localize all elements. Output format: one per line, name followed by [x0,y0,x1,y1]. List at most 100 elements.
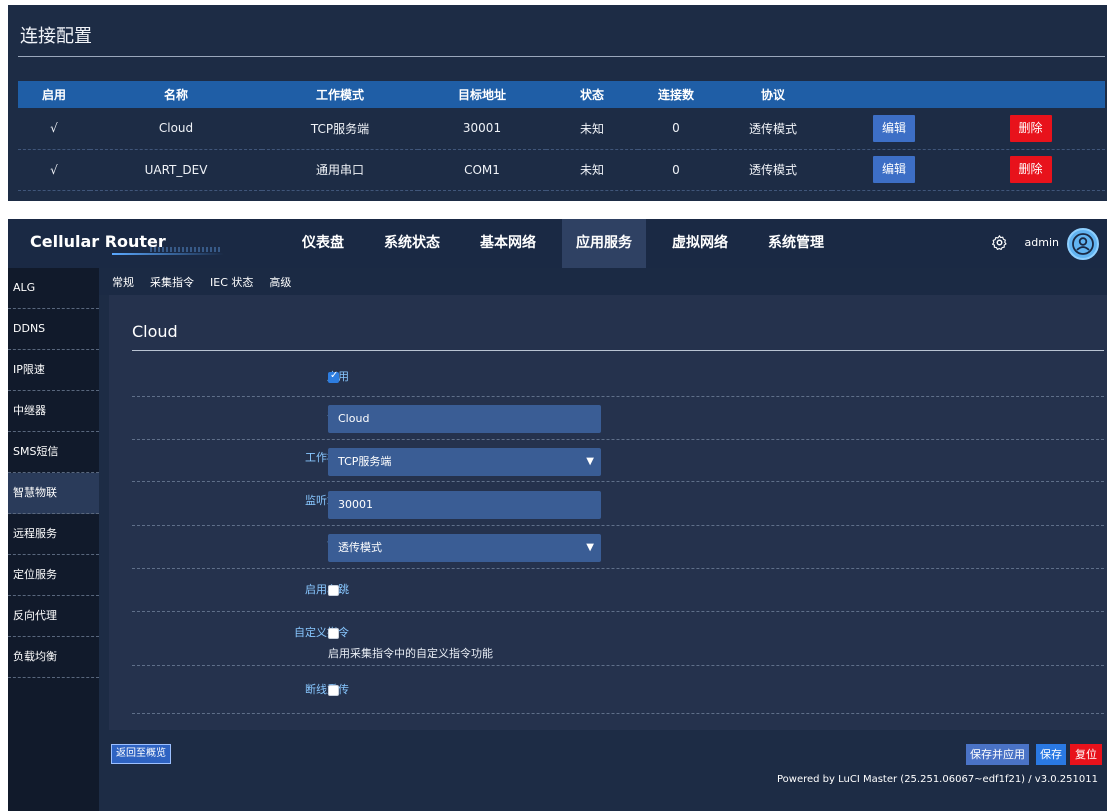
edit-button[interactable]: 编辑 [873,156,915,183]
sidebar-item-location-service[interactable]: 定位服务 [8,555,99,596]
port-row: 监听端口 30001 [132,482,1104,526]
col-name: 名称 [90,81,262,108]
connection-table: 启用 名称 工作模式 目标地址 状态 连接数 协议 √ Cloud TCP服务端… [18,81,1105,191]
cell-mode: TCP服务端 [262,108,418,150]
sidebar-item-relay[interactable]: 中继器 [8,391,99,432]
chevron-down-icon: ▼ [586,456,594,467]
connection-config-panel: 连接配置 启用 名称 工作模式 目标地址 状态 连接数 协议 √ Cloud T… [8,5,1107,201]
mode-value: TCP服务端 [338,455,392,468]
cell-protocol: 透传模式 [714,108,832,150]
col-edit [832,81,956,108]
cell-delete: 删除 [956,108,1105,150]
cell-name: Cloud [90,108,262,150]
tab-general[interactable]: 常规 [112,274,134,290]
resume-label: 断线重传 [305,683,349,696]
brand-logo[interactable]: Cellular Router [30,232,166,251]
chevron-down-icon: ▼ [586,542,594,553]
protocol-select[interactable]: 透传模式 ▼ [328,534,601,562]
protocol-value: 透传模式 [338,541,382,554]
cell-delete: 删除 [956,149,1105,191]
enable-row: 启用 [132,352,1104,397]
cell-status: 未知 [546,149,638,191]
cell-target: COM1 [418,149,546,191]
sidebar-item-remote-service[interactable]: 远程服务 [8,514,99,555]
save-and-apply-button[interactable]: 保存并应用 [966,744,1029,765]
nav-dashboard[interactable]: 仪表盘 [288,219,358,268]
brand-decoration [150,247,220,252]
user-icon [1072,233,1094,255]
custom-command-checkbox[interactable] [328,628,339,639]
col-protocol: 协议 [714,81,832,108]
username-label[interactable]: admin [1025,236,1059,249]
tab-iec-status[interactable]: IEC 状态 [210,274,253,290]
top-header: Cellular Router 仪表盘 系统状态 基本网络 应用服务 虚拟网络 … [8,219,1107,268]
resume-checkbox[interactable] [328,685,339,696]
footer-text: Powered by LuCI Master (25.251.06067~edf… [776,774,1098,785]
col-status: 状态 [546,81,638,108]
mode-select[interactable]: TCP服务端 ▼ [328,448,601,476]
app-window: Cellular Router 仪表盘 系统状态 基本网络 应用服务 虚拟网络 … [8,219,1107,811]
reset-button[interactable]: 复位 [1070,744,1102,765]
cell-count: 0 [638,108,714,150]
mode-row: 工作模式 TCP服务端 ▼ [132,440,1104,482]
col-mode: 工作模式 [262,81,418,108]
custom-command-hint: 启用采集指令中的自定义指令功能 [328,647,493,660]
cell-protocol: 透传模式 [714,149,832,191]
sub-tabs: 常规 采集指令 IEC 状态 高级 [99,268,1107,295]
table-row: √ Cloud TCP服务端 30001 未知 0 透传模式 编辑 删除 [18,108,1105,150]
col-count: 连接数 [638,81,714,108]
delete-button[interactable]: 删除 [1009,156,1052,183]
form-title: Cloud [132,322,178,341]
name-row: 名称 Cloud [132,397,1104,440]
config-form: Cloud 启用 名称 Cloud 工作模式 TCP服务端 ▼ 监听端口 300… [109,295,1107,730]
brand-underline [112,253,224,255]
cell-count: 0 [638,149,714,191]
cell-name: UART_DEV [90,149,262,191]
tab-advanced[interactable]: 高级 [269,274,291,290]
nav-system-status[interactable]: 系统状态 [370,219,454,268]
enable-checkbox[interactable] [328,370,339,383]
nav-app-services[interactable]: 应用服务 [562,219,646,268]
main-nav: 仪表盘 系统状态 基本网络 应用服务 虚拟网络 系统管理 [288,219,850,268]
heartbeat-label: 启用心跳 [305,583,349,596]
sidebar-item-sms[interactable]: SMS短信 [8,432,99,473]
title-divider [18,56,1105,57]
protocol-row: 协议 透传模式 ▼ [132,526,1104,569]
cell-enabled: √ [18,108,90,150]
connection-config-title: 连接配置 [20,26,92,47]
table-header-row: 启用 名称 工作模式 目标地址 状态 连接数 协议 [18,81,1105,108]
col-delete [956,81,1105,108]
tab-collect-commands[interactable]: 采集指令 [150,274,194,290]
resume-row: 断线重传 [132,666,1104,714]
sidebar-item-smart-iot[interactable]: 智慧物联 [8,473,99,514]
name-input[interactable]: Cloud [328,405,601,433]
main-content: Cloud 启用 名称 Cloud 工作模式 TCP服务端 ▼ 监听端口 300… [99,295,1107,811]
sidebar-item-reverse-proxy[interactable]: 反向代理 [8,596,99,637]
sidebar-item-ddns[interactable]: DDNS [8,309,99,350]
table-row: √ UART_DEV 通用串口 COM1 未知 0 透传模式 编辑 删除 [18,149,1105,191]
col-target: 目标地址 [418,81,546,108]
delete-button[interactable]: 删除 [1009,114,1052,142]
sidebar: ALG DDNS IP限速 中继器 SMS短信 智慧物联 远程服务 定位服务 反… [8,268,99,811]
cell-status: 未知 [546,108,638,150]
cell-mode: 通用串口 [262,149,418,191]
avatar[interactable] [1067,228,1099,260]
save-button[interactable]: 保存 [1036,744,1066,765]
sidebar-item-alg[interactable]: ALG [8,268,99,309]
nav-basic-network[interactable]: 基本网络 [466,219,550,268]
cell-target: 30001 [418,108,546,150]
col-enabled: 启用 [18,81,90,108]
nav-virtual-network[interactable]: 虚拟网络 [658,219,742,268]
cell-edit: 编辑 [832,108,956,150]
gear-icon[interactable] [991,234,1008,251]
sidebar-item-load-balance[interactable]: 负载均衡 [8,637,99,678]
nav-system-management[interactable]: 系统管理 [754,219,838,268]
custom-command-label: 自定义指令 [294,626,349,639]
edit-button[interactable]: 编辑 [873,114,915,142]
sidebar-item-ip-limit[interactable]: IP限速 [8,350,99,391]
cell-edit: 编辑 [832,149,956,191]
port-input[interactable]: 30001 [328,491,601,519]
heartbeat-checkbox[interactable] [328,585,339,596]
back-to-overview-button[interactable]: 返回至概览 [111,744,171,764]
heartbeat-row: 启用心跳 [132,569,1104,612]
